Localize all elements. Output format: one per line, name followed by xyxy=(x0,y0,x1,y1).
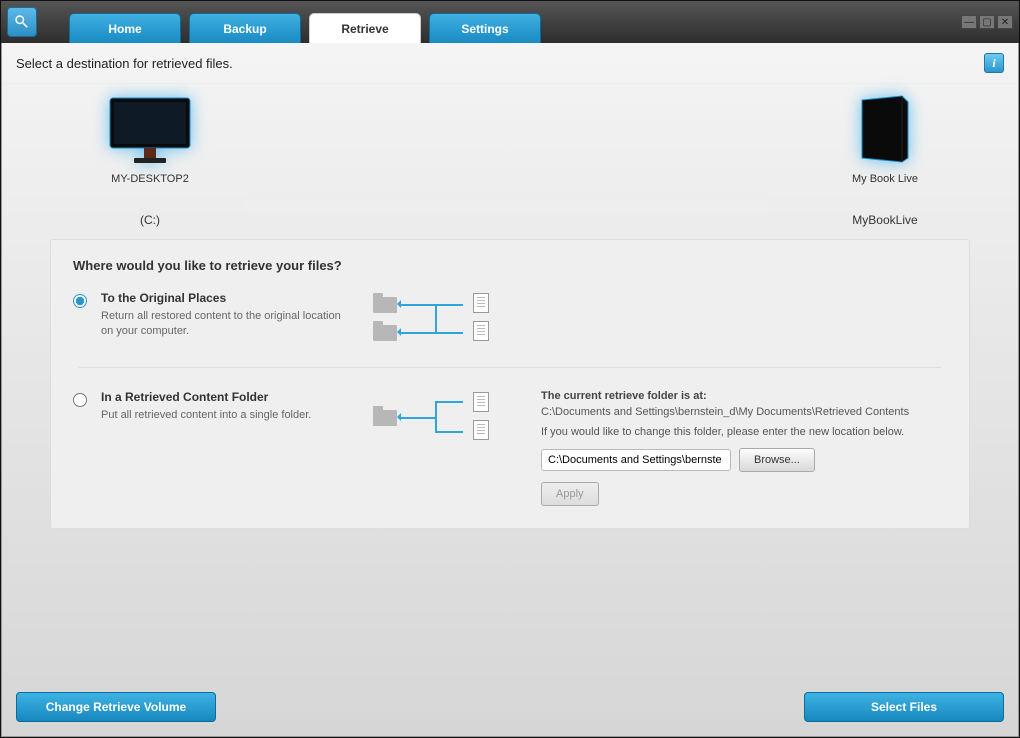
current-folder-path: C:\Documents and Settings\bernstein_d\My… xyxy=(541,406,947,418)
maximize-icon[interactable]: ▢ xyxy=(979,15,995,29)
instruction-bar: Select a destination for retrieved files… xyxy=(2,43,1018,84)
tab-settings[interactable]: Settings xyxy=(429,13,541,43)
tab-retrieve[interactable]: Retrieve xyxy=(309,13,421,43)
local-device[interactable]: MY-DESKTOP2 (C:) xyxy=(102,94,198,227)
options-panel: Where would you like to retrieve your fi… xyxy=(50,239,970,529)
option-retrieved-folder[interactable]: In a Retrieved Content Folder Put all re… xyxy=(73,390,947,506)
folder-path-input[interactable] xyxy=(541,449,731,471)
browse-button[interactable]: Browse... xyxy=(739,448,815,472)
tab-backup[interactable]: Backup xyxy=(189,13,301,43)
diagram-two-folders-icon xyxy=(373,291,513,345)
radio-original[interactable] xyxy=(73,294,87,308)
main-tabs: Home Backup Retrieve Settings xyxy=(69,1,541,43)
option-title: To the Original Places xyxy=(101,291,351,305)
instruction-text: Select a destination for retrieved files… xyxy=(16,56,233,71)
app-window: Home Backup Retrieve Settings — ▢ ✕ Sele… xyxy=(0,0,1020,738)
remote-device-label: My Book Live xyxy=(852,173,918,185)
option-title: In a Retrieved Content Folder xyxy=(101,390,351,404)
option-text: To the Original Places Return all restor… xyxy=(101,291,351,340)
minimize-icon[interactable]: — xyxy=(961,15,977,29)
bottom-bar: Change Retrieve Volume Select Files xyxy=(2,682,1018,736)
option-desc: Return all restored content to the origi… xyxy=(101,309,351,340)
titlebar: Home Backup Retrieve Settings — ▢ ✕ xyxy=(1,1,1019,43)
drive-icon xyxy=(856,94,914,166)
transfer-arrow-icon xyxy=(252,199,768,213)
tab-home[interactable]: Home xyxy=(69,13,181,43)
apply-button[interactable]: Apply xyxy=(541,482,599,506)
current-folder-label: The current retrieve folder is at: xyxy=(541,390,947,402)
option-original-places[interactable]: To the Original Places Return all restor… xyxy=(73,291,947,345)
panel-title: Where would you like to retrieve your fi… xyxy=(73,258,947,273)
change-folder-note: If you would like to change this folder,… xyxy=(541,426,947,438)
radio-folder[interactable] xyxy=(73,393,87,407)
diagram-single-folder-icon xyxy=(373,390,513,444)
workspace: Select a destination for retrieved files… xyxy=(1,43,1019,737)
select-files-button[interactable]: Select Files xyxy=(804,692,1004,722)
local-device-volume: (C:) xyxy=(102,213,198,227)
divider xyxy=(79,367,941,368)
local-device-label: MY-DESKTOP2 xyxy=(102,173,198,185)
help-icon[interactable]: i xyxy=(984,53,1004,73)
option-desc: Put all retrieved content into a single … xyxy=(101,408,351,423)
folder-config: The current retrieve folder is at: C:\Do… xyxy=(541,390,947,506)
change-retrieve-volume-button[interactable]: Change Retrieve Volume xyxy=(16,692,216,722)
monitor-icon xyxy=(102,94,198,166)
app-logo-icon xyxy=(7,7,37,37)
option-text: In a Retrieved Content Folder Put all re… xyxy=(101,390,351,423)
folder-controls: Browse... xyxy=(541,448,947,472)
window-controls: — ▢ ✕ xyxy=(961,15,1013,29)
close-icon[interactable]: ✕ xyxy=(997,15,1013,29)
remote-device[interactable]: My Book Live MyBookLive xyxy=(852,94,918,227)
remote-device-volume: MyBookLive xyxy=(852,213,918,227)
